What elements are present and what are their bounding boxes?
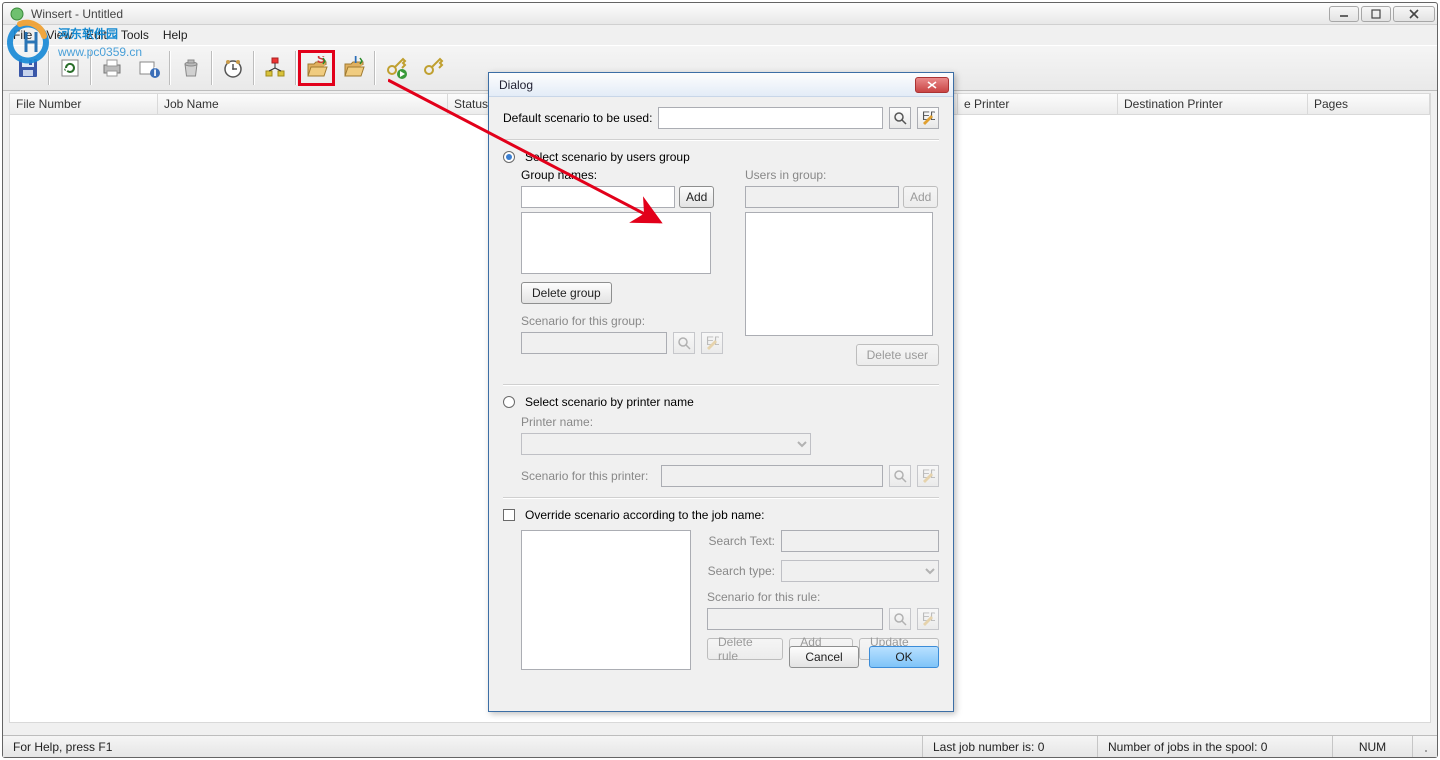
col-pages[interactable]: Pages	[1308, 94, 1430, 114]
browse-printer-scenario-icon	[889, 465, 911, 487]
status-spool: Number of jobs in the spool: 0	[1098, 736, 1333, 757]
search-text-field	[781, 530, 939, 552]
override-checkbox[interactable]	[503, 509, 515, 521]
scenario-open2-icon[interactable]: T	[335, 50, 372, 86]
status-last-job: Last job number is: 0	[923, 736, 1098, 757]
trash-icon[interactable]	[172, 50, 209, 86]
titlebar: Winsert - Untitled	[3, 3, 1437, 25]
dialog-title: Dialog	[493, 78, 915, 92]
scenario-for-printer-field	[661, 465, 883, 487]
scenario-for-group-label: Scenario for this group:	[521, 314, 645, 328]
col-e-printer[interactable]: e Printer	[958, 94, 1118, 114]
search-text-label: Search Text:	[707, 534, 775, 548]
edit-rule-scenario-icon: EDIT	[917, 608, 939, 630]
users-in-group-label: Users in group:	[745, 168, 939, 182]
delete-user-button: Delete user	[856, 344, 939, 366]
menu-file[interactable]: File	[7, 26, 38, 44]
dialog-body: Default scenario to be used: EDIT Select…	[489, 97, 953, 680]
edit-printer-scenario-icon: EDIT	[917, 465, 939, 487]
search-type-combo	[781, 560, 939, 582]
dialog-close-button[interactable]	[915, 77, 949, 93]
resize-grip[interactable]	[1413, 736, 1437, 757]
app-icon	[9, 6, 25, 22]
radio-printer-label: Select scenario by printer name	[525, 395, 694, 409]
col-job-name[interactable]: Job Name	[158, 94, 448, 114]
rules-list	[521, 530, 691, 670]
status-num: NUM	[1333, 736, 1413, 757]
close-button[interactable]	[1393, 6, 1435, 22]
menu-help[interactable]: Help	[157, 26, 194, 44]
print-icon[interactable]	[93, 50, 130, 86]
window-title: Winsert - Untitled	[31, 7, 1329, 21]
browse-group-scenario-icon	[673, 332, 695, 354]
maximize-button[interactable]	[1361, 6, 1391, 22]
dialog-titlebar: Dialog	[489, 73, 953, 97]
radio-printer[interactable]	[503, 396, 515, 408]
default-scenario-field[interactable]	[658, 107, 883, 129]
user-input	[745, 186, 899, 208]
add-group-button[interactable]: Add	[679, 186, 714, 208]
delete-rule-button: Delete rule	[707, 638, 783, 660]
add-user-button: Add	[903, 186, 938, 208]
menu-edit[interactable]: Edit	[80, 26, 113, 44]
radio-users-group[interactable]	[503, 151, 515, 163]
edit-group-scenario-icon: EDIT	[701, 332, 723, 354]
browse-rule-scenario-icon	[889, 608, 911, 630]
radio-users-group-label: Select scenario by users group	[525, 150, 690, 164]
ok-button[interactable]: OK	[869, 646, 939, 668]
scenario-for-group-field	[521, 332, 667, 354]
override-label: Override scenario according to the job n…	[525, 508, 764, 522]
scenario-for-printer-label: Scenario for this printer:	[521, 469, 655, 483]
status-hint: For Help, press F1	[3, 736, 923, 757]
browse-scenario-icon[interactable]	[889, 107, 911, 129]
default-scenario-label: Default scenario to be used:	[503, 111, 652, 125]
scenario-open-icon[interactable]: S	[298, 50, 335, 86]
menubar: File View Edit Tools Help	[3, 25, 1437, 45]
cancel-button[interactable]: Cancel	[789, 646, 859, 668]
users-list[interactable]	[745, 212, 933, 336]
minimize-button[interactable]	[1329, 6, 1359, 22]
flow-icon[interactable]	[256, 50, 293, 86]
group-names-list[interactable]	[521, 212, 711, 274]
edit-scenario-icon[interactable]: EDIT	[917, 107, 939, 129]
refresh-icon[interactable]	[51, 50, 88, 86]
printer-name-label: Printer name:	[521, 415, 593, 429]
save-icon[interactable]	[9, 50, 46, 86]
group-names-label: Group names:	[521, 168, 723, 182]
statusbar: For Help, press F1 Last job number is: 0…	[3, 735, 1437, 757]
clock-icon[interactable]	[214, 50, 251, 86]
menu-tools[interactable]: Tools	[115, 26, 155, 44]
svg-text:T: T	[352, 56, 360, 66]
scenario-for-rule-field	[707, 608, 883, 630]
scenario-for-rule-label: Scenario for this rule:	[707, 590, 820, 604]
key-play-icon[interactable]	[377, 50, 414, 86]
delete-group-button[interactable]: Delete group	[521, 282, 612, 304]
svg-text:S: S	[317, 56, 325, 66]
col-file-number[interactable]: File Number	[10, 94, 158, 114]
menu-view[interactable]: View	[40, 26, 78, 44]
col-dest-printer[interactable]: Destination Printer	[1118, 94, 1308, 114]
group-name-input[interactable]	[521, 186, 675, 208]
printer-name-combo	[521, 433, 811, 455]
dialog: Dialog Default scenario to be used: EDIT…	[488, 72, 954, 712]
window-controls	[1329, 6, 1435, 22]
info-icon[interactable]: i	[130, 50, 167, 86]
svg-text:i: i	[153, 65, 156, 79]
key-icon[interactable]	[414, 50, 451, 86]
search-type-label: Search type:	[707, 564, 775, 578]
